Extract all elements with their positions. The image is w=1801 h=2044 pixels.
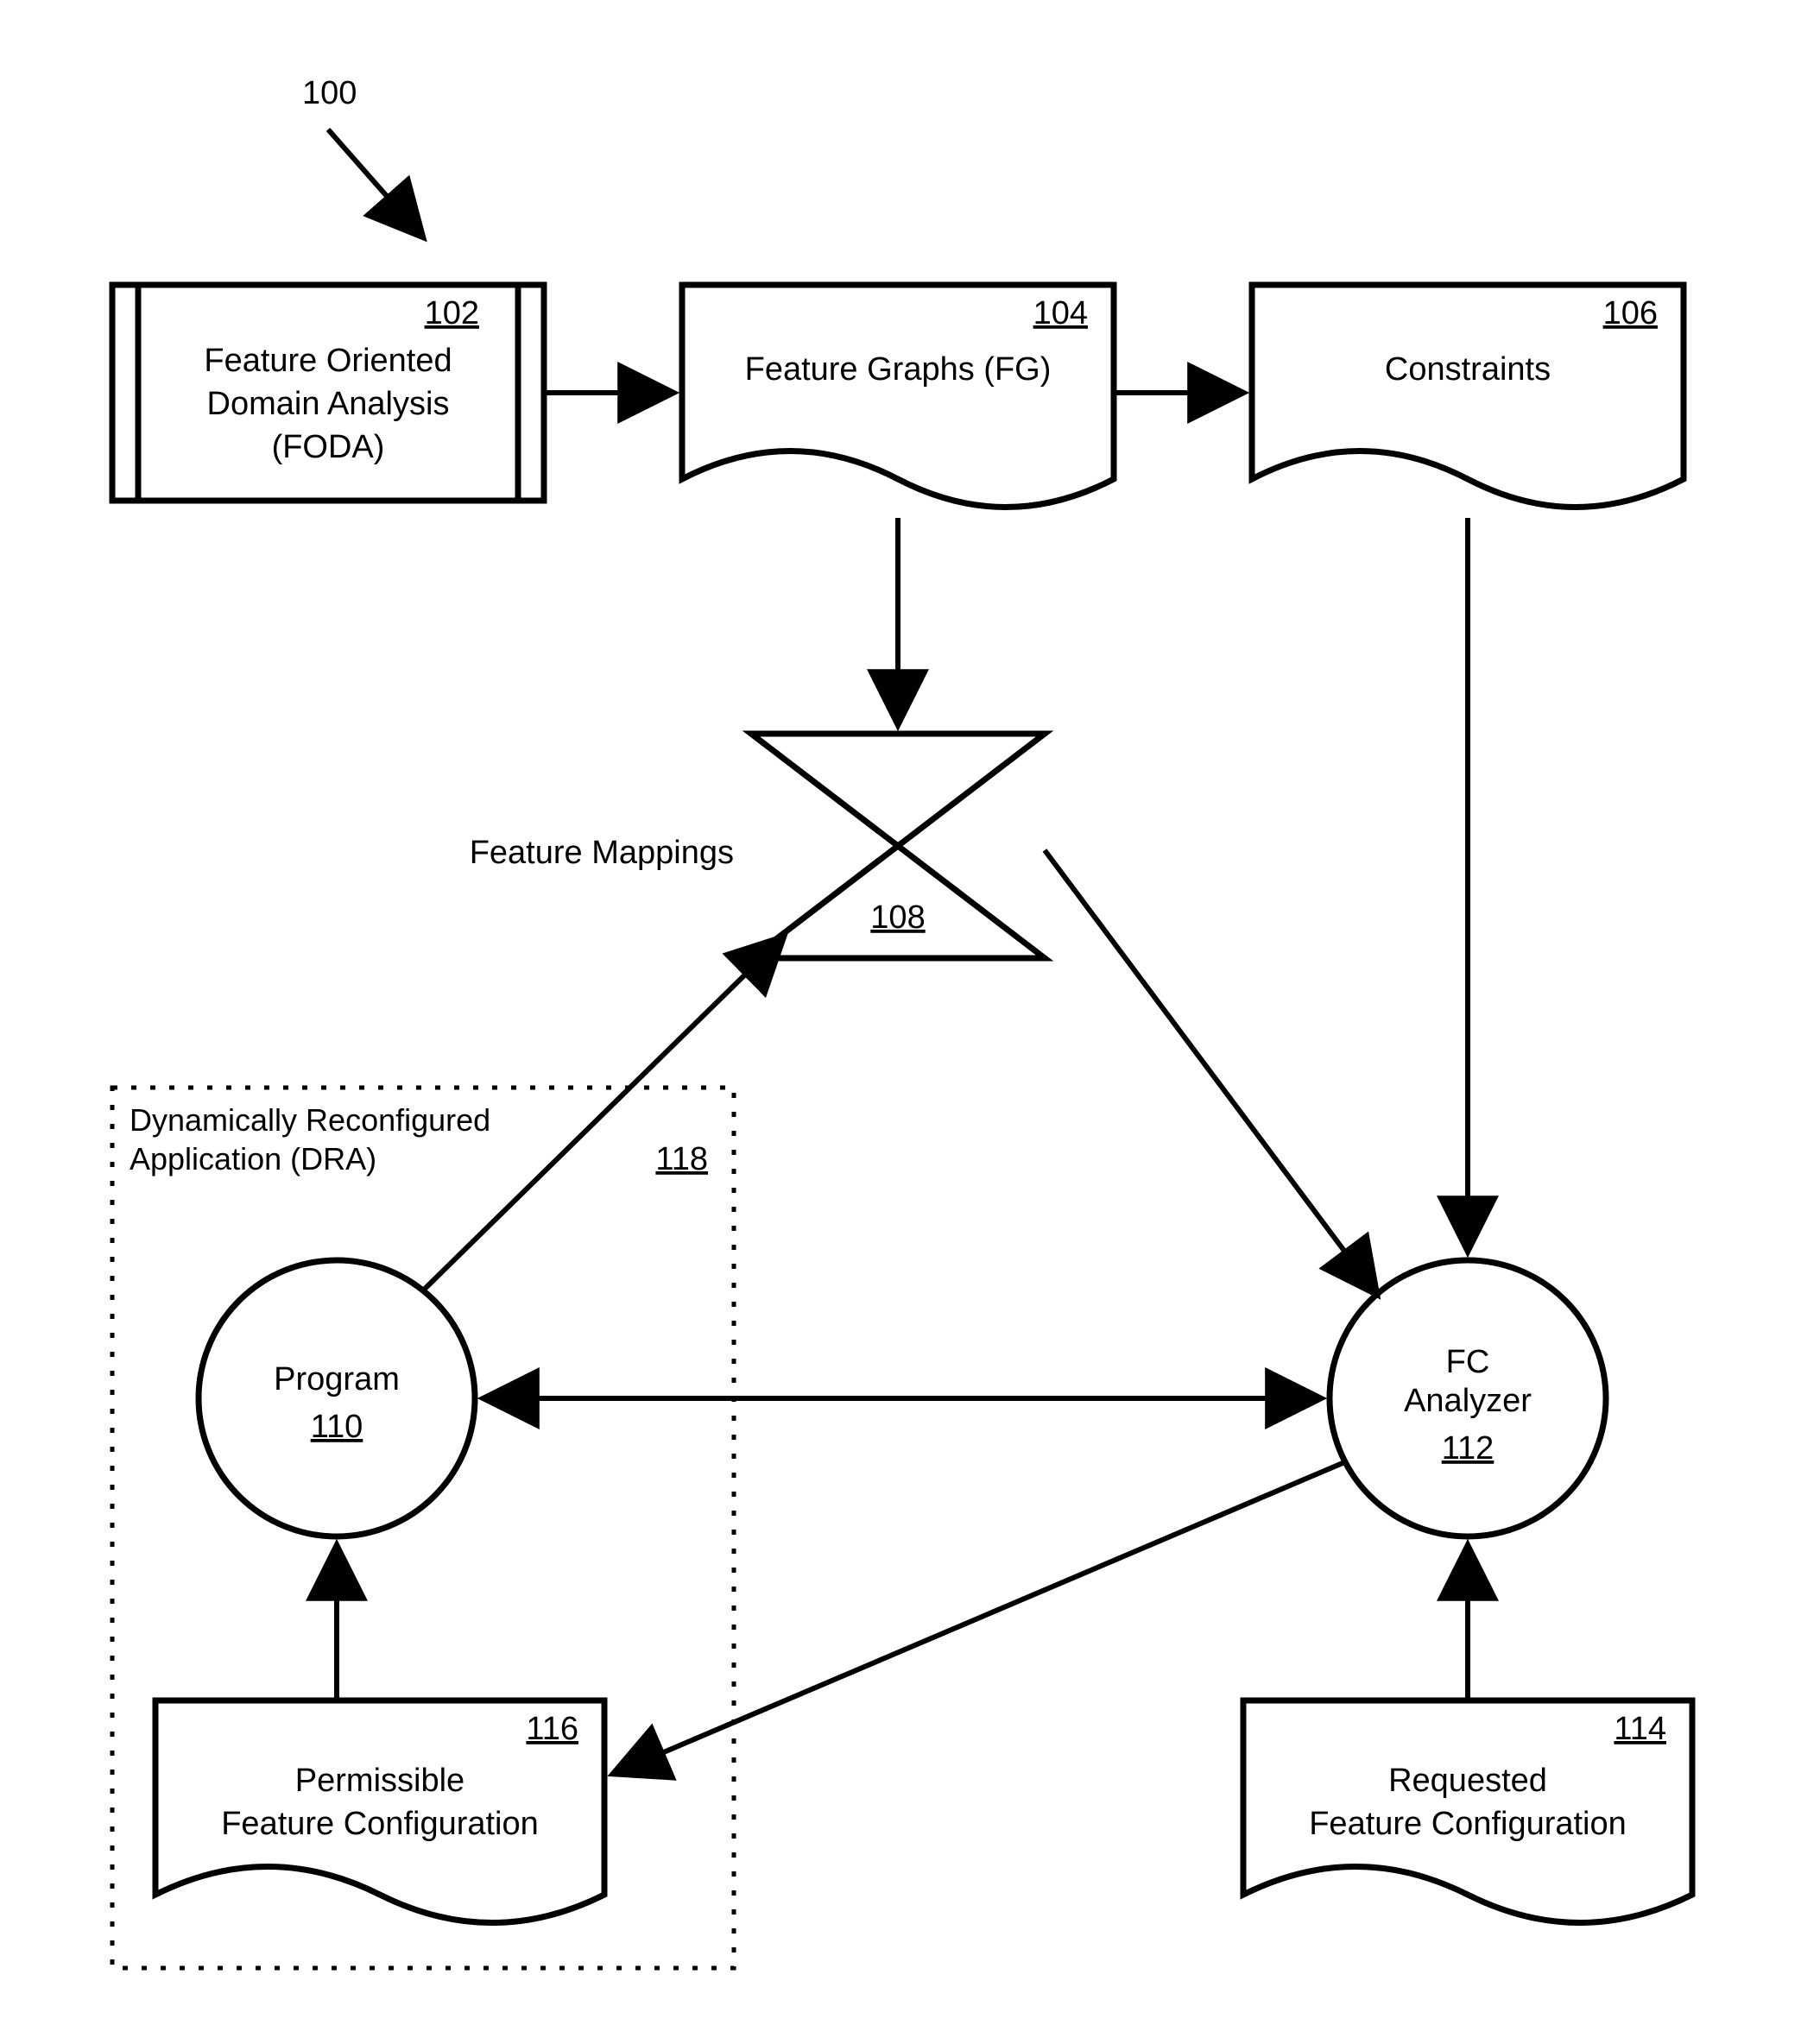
figure-number-pointer: 100	[302, 75, 423, 237]
node-fg-id: 104	[1033, 295, 1088, 331]
dra-id: 118	[655, 1141, 708, 1177]
node-requested-fc: 114 Requested Feature Configuration	[1243, 1700, 1692, 1923]
node-con-title: Constraints	[1385, 351, 1551, 388]
node-prog-title: Program	[274, 1361, 400, 1397]
node-fg-title: Feature Graphs (FG)	[745, 351, 1052, 388]
node-perm-l1: Permissible	[295, 1763, 464, 1799]
dra-title-l1: Dynamically Reconfigured	[130, 1102, 490, 1138]
figure-number: 100	[302, 75, 357, 111]
node-fc-analyzer: FC Analyzer 112	[1330, 1260, 1606, 1536]
node-req-id: 114	[1614, 1711, 1666, 1747]
node-permissible-fc: 116 Permissible Feature Configuration	[155, 1700, 604, 1923]
node-foda-id: 102	[425, 295, 479, 331]
node-prog-id: 110	[311, 1409, 363, 1445]
node-foda-l2: Domain Analysis	[207, 386, 450, 422]
node-foda: 102 Feature Oriented Domain Analysis (FO…	[112, 285, 544, 501]
node-fca-id: 112	[1442, 1430, 1495, 1467]
edge-fm-to-fca	[1045, 850, 1377, 1295]
node-con-id: 106	[1603, 295, 1658, 331]
node-feature-mappings: Feature Mappings 108	[470, 734, 1045, 958]
node-fca-l2: Analyzer	[1404, 1383, 1532, 1419]
node-foda-l1: Feature Oriented	[204, 343, 452, 379]
dra-title-l2: Application (DRA)	[130, 1141, 376, 1177]
node-perm-id: 116	[526, 1711, 578, 1747]
node-req-l1: Requested	[1388, 1763, 1547, 1799]
node-req-l2: Feature Configuration	[1309, 1806, 1627, 1842]
node-perm-l2: Feature Configuration	[221, 1806, 539, 1842]
edge-fca-to-perm	[613, 1463, 1343, 1774]
node-program: Program 110	[199, 1260, 475, 1536]
edges	[337, 393, 1468, 1774]
node-fm-id: 108	[870, 899, 925, 936]
node-fca-l1: FC	[1446, 1344, 1490, 1380]
node-constraints: 106 Constraints	[1252, 285, 1684, 508]
diagram-canvas: 100 102 Feature Oriented Domain Analysis…	[0, 0, 1801, 2044]
node-foda-l3: (FODA)	[272, 429, 385, 465]
node-fm-title: Feature Mappings	[470, 835, 734, 871]
node-feature-graphs: 104 Feature Graphs (FG)	[682, 285, 1114, 508]
